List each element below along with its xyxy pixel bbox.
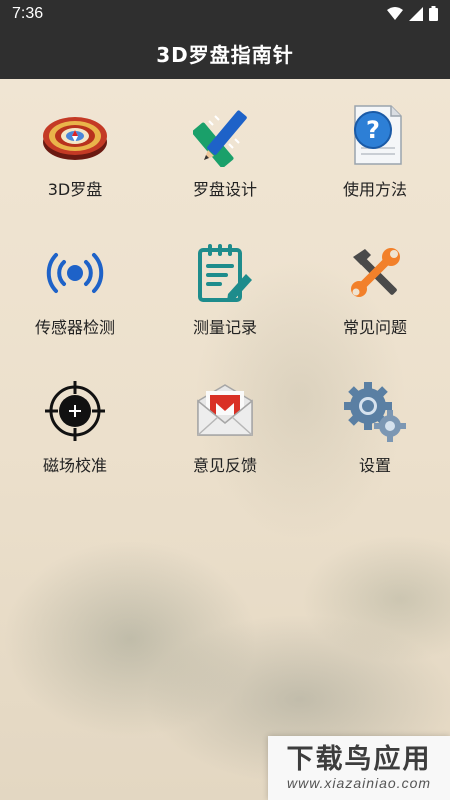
menu-item-compass-design[interactable]: 罗盘设计 (150, 100, 300, 238)
svg-text:?: ? (366, 116, 380, 144)
menu-item-label: 意见反馈 (192, 456, 257, 475)
battery-icon (429, 6, 438, 21)
watermark-url: www.xiazainiao.com (286, 775, 432, 791)
compass-icon (40, 100, 110, 170)
menu-item-label: 传感器检测 (34, 318, 115, 337)
menu-item-measurement-records[interactable]: 测量记录 (150, 238, 300, 376)
tools-icon (340, 238, 410, 308)
menu-item-label: 磁场校准 (42, 456, 107, 475)
menu-item-label: 设置 (358, 456, 391, 475)
clipboard-edit-icon (190, 238, 260, 308)
menu-item-magnetic-calibration[interactable]: 磁场校准 (0, 376, 150, 514)
menu-item-usage[interactable]: ? 使用方法 (300, 100, 450, 238)
status-icons (387, 6, 438, 21)
menu-item-feedback[interactable]: 意见反馈 (150, 376, 300, 514)
menu-item-3d-compass[interactable]: 3D罗盘 (0, 100, 150, 238)
watermark-title: 下载鸟应用 (286, 744, 432, 775)
status-bar: 7:36 (0, 0, 450, 27)
app-bar: 3D罗盘指南针 (0, 27, 450, 79)
mail-icon (190, 376, 260, 446)
app-title: 3D罗盘指南针 (156, 42, 294, 67)
menu-item-label: 常见问题 (342, 318, 407, 337)
pencil-ruler-icon (190, 100, 260, 170)
crosshair-icon (40, 376, 110, 446)
signal-icon (409, 6, 423, 21)
menu-item-sensor-check[interactable]: 传感器检测 (0, 238, 150, 376)
menu-item-faq[interactable]: 常见问题 (300, 238, 450, 376)
menu-item-settings[interactable]: 设置 (300, 376, 450, 514)
menu-item-label: 3D罗盘 (47, 180, 103, 199)
menu-grid: 3D罗盘 罗盘设计 ? 使用方法 传感器检测 测量记录 常见问题 磁场校准 意见… (0, 100, 450, 514)
menu-item-label: 罗盘设计 (192, 180, 257, 199)
wifi-icon (387, 6, 403, 20)
gears-icon (340, 376, 410, 446)
menu-item-label: 使用方法 (342, 180, 407, 199)
help-document-icon: ? (340, 100, 410, 170)
sensor-signal-icon (40, 238, 110, 308)
menu-item-label: 测量记录 (192, 318, 257, 337)
watermark-badge: 下载鸟应用 www.xiazainiao.com (268, 736, 450, 800)
status-time: 7:36 (12, 4, 44, 22)
